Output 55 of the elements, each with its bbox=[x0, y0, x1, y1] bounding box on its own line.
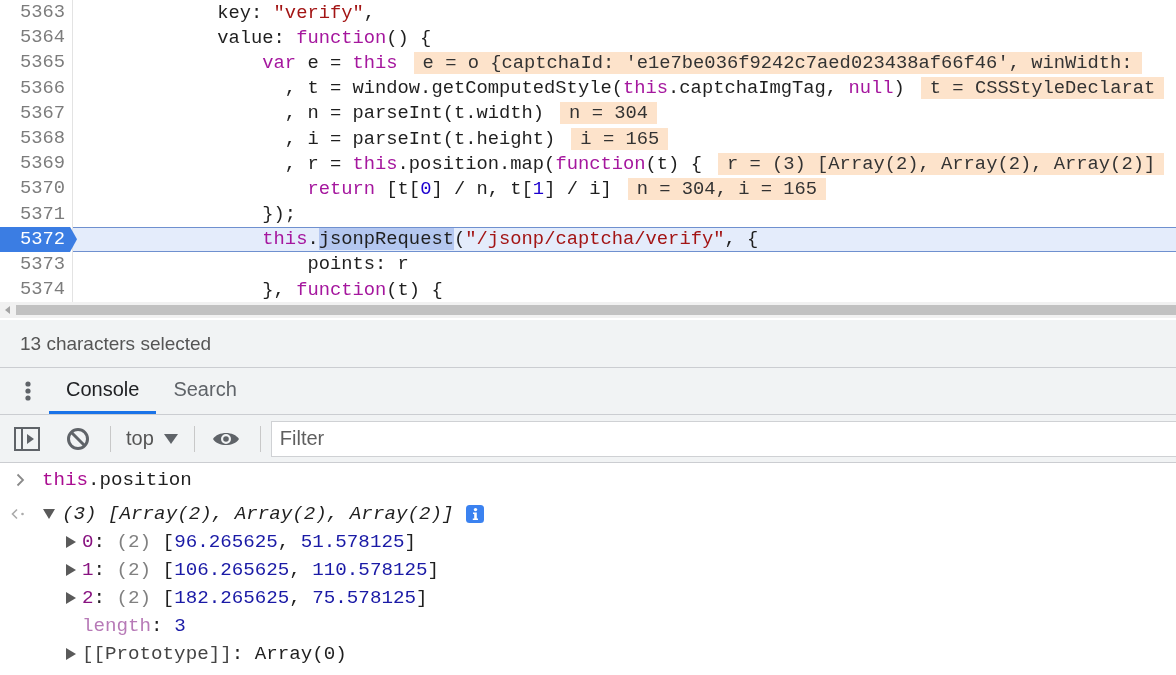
inline-value: e = o {captchaId: 'e1e7be036f9242c7aed023438af66f46', winWidth: bbox=[413, 51, 1142, 74]
drawer-tab[interactable]: Search bbox=[156, 368, 254, 414]
line-number: 5370 bbox=[19, 176, 65, 202]
clear-console-icon[interactable] bbox=[66, 426, 90, 451]
property-entry: 1: (2) [106.265625, 110.578125] bbox=[82, 559, 439, 581]
inline-value: n = 304, i = 165 bbox=[627, 177, 827, 200]
inline-value: t = CSSStyleDeclarat bbox=[920, 77, 1165, 100]
code-line: , i = parseInt(t.height) bbox=[284, 127, 556, 150]
panel-toggle-icon[interactable] bbox=[14, 426, 40, 451]
property-entry: 0: (2) [96.265625, 51.578125] bbox=[82, 531, 416, 553]
code-line: this.jsonpRequest("/jsonp/captcha/verify", { bbox=[262, 228, 759, 251]
line-number: 5363 bbox=[19, 0, 65, 25]
command-text: this.position bbox=[42, 469, 192, 491]
line-number: 5374 bbox=[19, 277, 65, 302]
disclosure-triangle-icon[interactable] bbox=[66, 648, 76, 660]
prompt-chevron-icon bbox=[16, 473, 25, 487]
line-number: 5368 bbox=[19, 125, 65, 151]
caret-icon[interactable] bbox=[163, 433, 178, 444]
code-line: }, function(t) { bbox=[262, 278, 443, 301]
disclosure-triangle-icon[interactable] bbox=[66, 564, 76, 576]
property-entry: [[Prototype]]: Array(0) bbox=[82, 643, 347, 665]
code-line: var e = this bbox=[262, 51, 398, 74]
inline-value: i = 165 bbox=[571, 127, 669, 150]
code-line: key: "verify", bbox=[217, 1, 376, 24]
line-number: 5369 bbox=[19, 151, 65, 177]
line-number: 5373 bbox=[19, 251, 65, 277]
code-line: points: r bbox=[307, 253, 409, 276]
inline-value: r = (3) [Array(2), Array(2), Array(2)] bbox=[717, 152, 1165, 175]
code-line: , r = this.position.map(function(t) { bbox=[284, 152, 702, 175]
info-icon[interactable] bbox=[465, 505, 484, 523]
selection-status: 13 characters selected bbox=[20, 332, 212, 355]
scrollbar-thumb[interactable] bbox=[16, 305, 1176, 315]
property-entry: length: 3 bbox=[82, 615, 186, 637]
inline-value: n = 304 bbox=[560, 102, 657, 125]
code-line: }); bbox=[262, 203, 297, 226]
disclosure-triangle-icon[interactable] bbox=[66, 592, 76, 604]
line-number: 5365 bbox=[19, 50, 65, 76]
more-menu-icon[interactable] bbox=[23, 380, 33, 402]
horizontal-scrollbar[interactable] bbox=[0, 302, 1176, 318]
disclosure-triangle-icon[interactable] bbox=[66, 536, 76, 548]
line-number: 5372 bbox=[0, 226, 77, 252]
line-number: 5366 bbox=[19, 75, 65, 101]
code-line: value: function() { bbox=[217, 26, 432, 49]
filter-field[interactable]: Filter bbox=[270, 420, 1176, 457]
disclosure-triangle-icon[interactable] bbox=[43, 509, 55, 519]
code-line: return [t[0] / n, t[1] / i] bbox=[307, 177, 612, 200]
code-line: , n = parseInt(t.width) bbox=[284, 102, 545, 125]
code-line: , t = window.getComputedStyle(this.captchaImgTag, null) bbox=[284, 77, 905, 100]
line-number: 5371 bbox=[19, 201, 65, 227]
line-number: 5364 bbox=[19, 25, 65, 51]
line-number: 5367 bbox=[19, 100, 65, 126]
result-arrow-icon bbox=[11, 508, 26, 520]
context-selector[interactable]: top bbox=[126, 427, 178, 450]
array-summary: (3) [Array(2), Array(2), Array(2)] bbox=[62, 503, 454, 525]
property-entry: 2: (2) [182.265625, 75.578125] bbox=[82, 587, 428, 609]
